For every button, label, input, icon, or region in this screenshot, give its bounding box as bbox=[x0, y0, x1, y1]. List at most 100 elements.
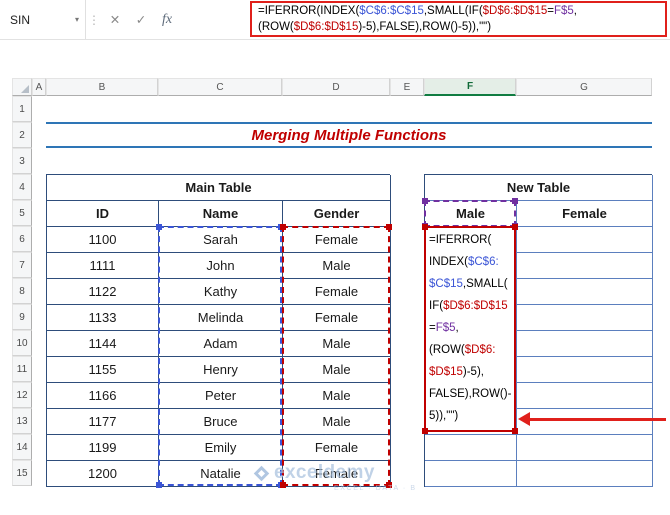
name-box[interactable]: SIN ▾ bbox=[0, 0, 86, 39]
cell-c11[interactable]: Henry bbox=[159, 357, 283, 383]
cell-f15[interactable] bbox=[425, 461, 517, 487]
row-header-10[interactable]: 10 bbox=[12, 330, 32, 356]
cell-b14[interactable]: 1199 bbox=[47, 435, 159, 461]
row-header-4[interactable]: 4 bbox=[12, 174, 32, 200]
row-header-14[interactable]: 14 bbox=[12, 434, 32, 460]
select-all-corner[interactable] bbox=[12, 78, 32, 96]
active-cell-formula-f6[interactable]: =IFERROR(INDEX($C$6: $C$15,SMALL(IF($D$6:… bbox=[422, 224, 518, 434]
row-header-13[interactable]: 13 bbox=[12, 408, 32, 434]
cell-c7[interactable]: John bbox=[159, 253, 283, 279]
cell-d11[interactable]: Male bbox=[283, 357, 391, 383]
row-header-6[interactable]: 6 bbox=[12, 226, 32, 252]
cell-d15[interactable]: Female bbox=[283, 461, 391, 487]
row-header-11[interactable]: 11 bbox=[12, 356, 32, 382]
column-header-g[interactable]: G bbox=[516, 78, 652, 96]
main-table-title[interactable]: Main Table bbox=[47, 175, 391, 201]
cell-formula-segment: , bbox=[455, 322, 459, 334]
cell-formula-segment: $D$6: bbox=[464, 344, 496, 356]
column-header-b[interactable]: B bbox=[46, 78, 158, 96]
main-table-header-id[interactable]: ID bbox=[47, 201, 159, 227]
formula-bar-annotation-box: =IFERROR(INDEX($C$6:$C$15,SMALL(IF($D$6:… bbox=[250, 1, 667, 37]
cell-formula-segment: FALSE),ROW()- bbox=[429, 388, 512, 400]
cell-c6[interactable]: Sarah bbox=[159, 227, 283, 253]
row-header-3[interactable]: 3 bbox=[12, 148, 32, 174]
cell-g7[interactable] bbox=[517, 253, 653, 279]
cell-b9[interactable]: 1133 bbox=[47, 305, 159, 331]
enter-button[interactable]: ✓ bbox=[128, 0, 154, 39]
main-table-header-gender[interactable]: Gender bbox=[283, 201, 391, 227]
row-header-9[interactable]: 9 bbox=[12, 304, 32, 330]
cell-formula-line-5: =F$5, bbox=[429, 317, 511, 339]
cell-g8[interactable] bbox=[517, 279, 653, 305]
cell-g13[interactable] bbox=[517, 409, 653, 435]
formula-bar-segment: $D$6:$D$15 bbox=[293, 20, 359, 33]
column-header-e[interactable]: E bbox=[390, 78, 424, 96]
main-table-header-name[interactable]: Name bbox=[159, 201, 283, 227]
formula-bar-line-2: (ROW($D$6:$D$15)-5),FALSE),ROW()-5)),"") bbox=[258, 20, 659, 36]
chevron-down-icon[interactable]: ▾ bbox=[75, 15, 79, 24]
cell-b8[interactable]: 1122 bbox=[47, 279, 159, 305]
cancel-button[interactable]: ✕ bbox=[102, 0, 128, 39]
cell-b15[interactable]: 1200 bbox=[47, 461, 159, 487]
cell-d9[interactable]: Female bbox=[283, 305, 391, 331]
row-header-7[interactable]: 7 bbox=[12, 252, 32, 278]
cell-b10[interactable]: 1144 bbox=[47, 331, 159, 357]
cell-g12[interactable] bbox=[517, 383, 653, 409]
cell-formula-segment: =IFERROR( bbox=[429, 234, 492, 246]
insert-function-button[interactable]: fx bbox=[154, 0, 180, 39]
formula-bar[interactable]: =IFERROR(INDEX($C$6:$C$15,SMALL(IF($D$6:… bbox=[180, 0, 670, 39]
range-handle bbox=[422, 224, 428, 230]
cell-d8[interactable]: Female bbox=[283, 279, 391, 305]
cell-g15[interactable] bbox=[517, 461, 653, 487]
cell-g9[interactable] bbox=[517, 305, 653, 331]
cell-g10[interactable] bbox=[517, 331, 653, 357]
formula-bar-segment: $C$6:$C$15 bbox=[359, 5, 424, 17]
new-table-title[interactable]: New Table bbox=[425, 175, 653, 201]
cell-c10[interactable]: Adam bbox=[159, 331, 283, 357]
row-header-5[interactable]: 5 bbox=[12, 200, 32, 226]
cell-d7[interactable]: Male bbox=[283, 253, 391, 279]
cell-c8[interactable]: Kathy bbox=[159, 279, 283, 305]
new-table-header-female[interactable]: Female bbox=[517, 201, 653, 227]
new-table-header-male[interactable]: Male bbox=[425, 201, 517, 227]
formula-bar-segment: = bbox=[547, 5, 554, 17]
cell-formula-segment: F$5 bbox=[435, 322, 456, 334]
cell-b13[interactable]: 1177 bbox=[47, 409, 159, 435]
column-header-strip: ABCDEFG bbox=[12, 78, 652, 96]
column-header-a[interactable]: A bbox=[32, 78, 46, 96]
cell-formula-line-3: $C$15,SMALL( bbox=[429, 273, 511, 295]
cell-c9[interactable]: Melinda bbox=[159, 305, 283, 331]
cell-b6[interactable]: 1100 bbox=[47, 227, 159, 253]
cell-c14[interactable]: Emily bbox=[159, 435, 283, 461]
row-header-strip: 1 2 3 4 5 6 7 8 9 10 11 12 13 14 15 bbox=[12, 96, 32, 486]
cell-c12[interactable]: Peter bbox=[159, 383, 283, 409]
cell-c15[interactable]: Natalie bbox=[159, 461, 283, 487]
column-header-f[interactable]: F bbox=[424, 78, 516, 96]
column-header-d[interactable]: D bbox=[282, 78, 390, 96]
cell-d13[interactable]: Male bbox=[283, 409, 391, 435]
cell-b12[interactable]: 1166 bbox=[47, 383, 159, 409]
cell-d10[interactable]: Male bbox=[283, 331, 391, 357]
formula-bar-segment: , bbox=[573, 5, 577, 17]
row-header-15[interactable]: 15 bbox=[12, 460, 32, 486]
cell-d6[interactable]: Female bbox=[283, 227, 391, 253]
formula-bar-segment: )-5),FALSE),ROW()-5)),"") bbox=[358, 20, 492, 33]
column-header-c[interactable]: C bbox=[158, 78, 282, 96]
cell-g11[interactable] bbox=[517, 357, 653, 383]
cell-d12[interactable]: Male bbox=[283, 383, 391, 409]
cell-b11[interactable]: 1155 bbox=[47, 357, 159, 383]
sheet-title-cell[interactable]: Merging Multiple Functions bbox=[46, 122, 652, 148]
row-header-2[interactable]: 2 bbox=[12, 122, 32, 148]
cell-g6[interactable] bbox=[517, 227, 653, 253]
cell-formula-segment: IF( bbox=[429, 300, 444, 312]
row-header-8[interactable]: 8 bbox=[12, 278, 32, 304]
row-header-12[interactable]: 12 bbox=[12, 382, 32, 408]
range-handle bbox=[512, 428, 518, 434]
cell-formula-segment: ,SMALL( bbox=[462, 278, 508, 290]
row-header-1[interactable]: 1 bbox=[12, 96, 32, 122]
cell-b7[interactable]: 1111 bbox=[47, 253, 159, 279]
cell-g14[interactable] bbox=[517, 435, 653, 461]
cell-f14[interactable] bbox=[425, 435, 517, 461]
cell-d14[interactable]: Female bbox=[283, 435, 391, 461]
cell-c13[interactable]: Bruce bbox=[159, 409, 283, 435]
